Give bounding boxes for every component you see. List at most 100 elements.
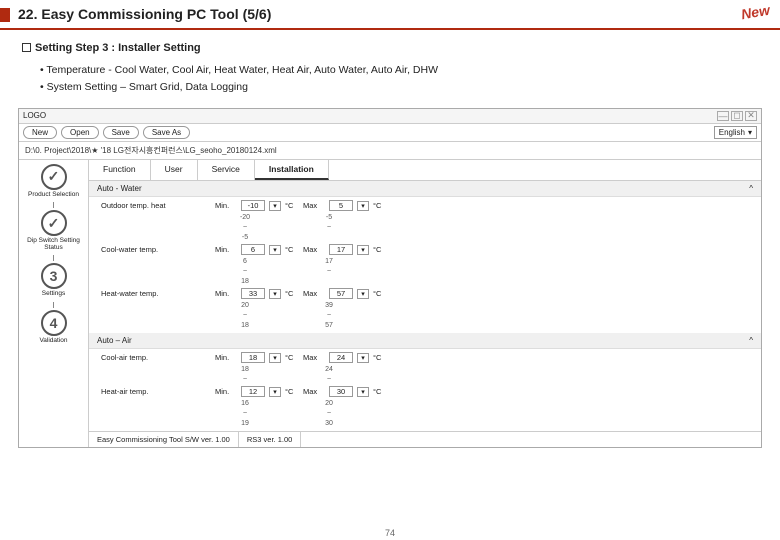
square-bullet-icon	[22, 43, 31, 52]
unit: °C	[373, 387, 387, 396]
sw-version: Easy Commissioning Tool S/W ver. 1.00	[89, 432, 239, 447]
range-hint: ~~	[235, 311, 753, 321]
dropdown-icon[interactable]: ▾	[269, 387, 281, 397]
dropdown-icon[interactable]: ▾	[357, 353, 369, 363]
param-label: Outdoor temp. heat	[101, 201, 211, 210]
unit: °C	[285, 289, 299, 298]
max-value[interactable]: 57	[329, 288, 353, 299]
param-row: Cool-water temp. Min. 6 ▾ °C Max 17 ▾ °C	[101, 243, 753, 257]
main-panel: Function User Service Installation Auto …	[89, 160, 761, 447]
min-label: Min.	[215, 387, 237, 396]
status-bar: Easy Commissioning Tool S/W ver. 1.00 RS…	[89, 431, 761, 447]
dropdown-icon[interactable]: ▾	[357, 387, 369, 397]
dropdown-icon[interactable]: ▾	[357, 289, 369, 299]
param-label: Cool-water temp.	[101, 245, 211, 254]
page-number: 74	[0, 528, 780, 538]
param-row: Heat-water temp. Min. 33 ▾ °C Max 57 ▾ °…	[101, 287, 753, 301]
range-hint: ~~	[235, 375, 753, 385]
dropdown-icon[interactable]: ▾	[269, 289, 281, 299]
app-logo: LOGO	[23, 111, 46, 120]
dropdown-icon[interactable]: ▾	[269, 245, 281, 255]
max-label: Max	[303, 245, 325, 254]
tab-bar: Function User Service Installation	[89, 160, 761, 181]
param-label: Cool-air temp.	[101, 353, 211, 362]
maximize-button[interactable]: ◻	[731, 111, 743, 121]
min-label: Min.	[215, 245, 237, 254]
range-hint: -5	[235, 233, 753, 243]
range-hint: 1824	[235, 365, 753, 375]
param-label: Heat-air temp.	[101, 387, 211, 396]
rs3-version: RS3 ver. 1.00	[239, 432, 301, 447]
dropdown-icon[interactable]: ▾	[357, 201, 369, 211]
param-row: Cool-air temp. Min. 18 ▾ °C Max 24 ▾ °C	[101, 351, 753, 365]
dropdown-icon[interactable]: ▾	[269, 201, 281, 211]
dropdown-icon[interactable]: ▾	[357, 245, 369, 255]
slide-title: 22. Easy Commissioning PC Tool (5/6)	[0, 0, 780, 30]
toolbar: New Open Save Save As English▾	[19, 124, 761, 142]
range-hint: 1857	[235, 321, 753, 331]
unit: °C	[373, 353, 387, 362]
min-value[interactable]: 6	[241, 244, 265, 255]
chevron-down-icon: ▾	[748, 128, 752, 137]
max-label: Max	[303, 387, 325, 396]
tab-user[interactable]: User	[151, 160, 198, 180]
max-label: Max	[303, 289, 325, 298]
step-3-label: Settings	[42, 291, 66, 298]
collapse-icon: ^	[749, 184, 753, 193]
unit: °C	[373, 289, 387, 298]
tab-installation[interactable]: Installation	[255, 160, 329, 180]
max-value[interactable]: 17	[329, 244, 353, 255]
step-1-icon[interactable]	[41, 164, 67, 190]
open-button[interactable]: Open	[61, 126, 99, 139]
language-select[interactable]: English▾	[714, 126, 757, 139]
tab-service[interactable]: Service	[198, 160, 255, 180]
bullet-item: • System Setting – Smart Grid, Data Logg…	[40, 79, 740, 96]
param-label: Heat-water temp.	[101, 289, 211, 298]
close-button[interactable]: ✕	[745, 111, 757, 121]
app-window: LOGO — ◻ ✕ New Open Save Save As English…	[18, 108, 762, 448]
range-hint: ~~	[235, 409, 753, 419]
tab-function[interactable]: Function	[89, 160, 151, 180]
group-auto-air[interactable]: Auto – Air^	[89, 333, 761, 349]
max-value[interactable]: 24	[329, 352, 353, 363]
range-hint: ~~	[235, 223, 753, 233]
max-value[interactable]: 30	[329, 386, 353, 397]
file-path: D:\0. Project\2018\★ '18 LG전자시흥컨퍼런스\LG_s…	[19, 142, 761, 160]
step-4-icon[interactable]: 4	[41, 310, 67, 336]
min-label: Min.	[215, 201, 237, 210]
range-hint: 1930	[235, 419, 753, 429]
dropdown-icon[interactable]: ▾	[269, 353, 281, 363]
unit: °C	[285, 201, 299, 210]
max-label: Max	[303, 201, 325, 210]
bullet-item: • Temperature - Cool Water, Cool Air, He…	[40, 62, 740, 79]
step-4-label: Validation	[39, 338, 67, 345]
min-value[interactable]: -10	[241, 200, 265, 211]
range-hint: -20-5	[235, 213, 753, 223]
saveas-button[interactable]: Save As	[143, 126, 190, 139]
range-hint: 1620	[235, 399, 753, 409]
param-row: Heat-air temp. Min. 12 ▾ °C Max 30 ▾ °C	[101, 385, 753, 399]
min-value[interactable]: 12	[241, 386, 265, 397]
max-value[interactable]: 5	[329, 200, 353, 211]
bullet-list: • Temperature - Cool Water, Cool Air, He…	[0, 58, 780, 104]
minimize-button[interactable]: —	[717, 111, 729, 121]
step-1-label: Product Selection	[28, 192, 79, 199]
step-3-icon[interactable]: 3	[41, 263, 67, 289]
unit: °C	[373, 201, 387, 210]
param-row: Outdoor temp. heat Min. -10 ▾ °C Max 5 ▾…	[101, 199, 753, 213]
section-heading: Setting Step 3 : Installer Setting	[0, 30, 780, 58]
unit: °C	[285, 353, 299, 362]
unit: °C	[285, 245, 299, 254]
min-label: Min.	[215, 289, 237, 298]
new-button[interactable]: New	[23, 126, 57, 139]
step-sidebar: Product Selection Dip Switch Setting Sta…	[19, 160, 89, 447]
max-label: Max	[303, 353, 325, 362]
collapse-icon: ^	[749, 336, 753, 345]
step-2-icon[interactable]	[41, 210, 67, 236]
window-titlebar: LOGO — ◻ ✕	[19, 109, 761, 124]
min-value[interactable]: 18	[241, 352, 265, 363]
save-button[interactable]: Save	[103, 126, 139, 139]
group-auto-water[interactable]: Auto - Water^	[89, 181, 761, 197]
range-hint: 2039	[235, 301, 753, 311]
min-value[interactable]: 33	[241, 288, 265, 299]
